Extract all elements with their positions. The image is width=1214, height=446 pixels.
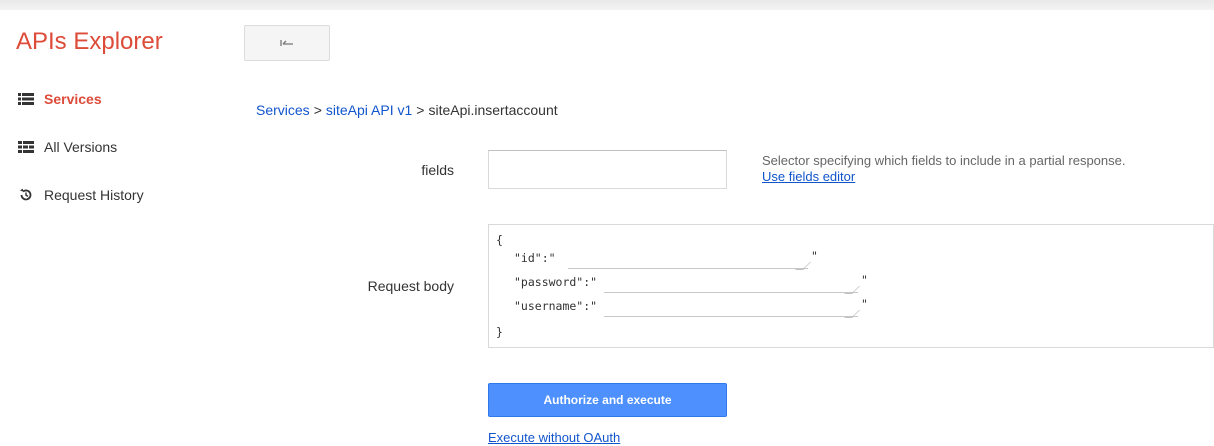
sidebar-item-label: Services xyxy=(44,91,102,107)
fields-help: Selector specifying which fields to incl… xyxy=(762,153,1212,184)
sidebar-item-request-history[interactable]: Request History xyxy=(18,184,218,206)
list-icon xyxy=(18,92,34,106)
id-key: "id":" xyxy=(514,251,556,265)
sidebar-item-services[interactable]: Services xyxy=(18,88,218,110)
id-closing-quote: " xyxy=(811,249,818,263)
password-closing-quote: " xyxy=(861,273,868,287)
open-brace: { xyxy=(496,233,503,247)
request-body-label: Request body xyxy=(367,278,454,294)
breadcrumb-separator: > xyxy=(416,102,425,118)
password-key: "password":" xyxy=(514,275,598,289)
breadcrumb-api-link[interactable]: siteApi API v1 xyxy=(326,102,412,118)
username-key: "username":" xyxy=(514,299,598,313)
app-title: APIs Explorer xyxy=(16,28,163,55)
breadcrumb: Services > siteApi API v1 > siteApi.insertac… xyxy=(256,102,558,118)
fields-input[interactable] xyxy=(488,150,727,189)
top-bar xyxy=(0,0,1214,10)
request-body-editor: { "id":" " "password":" " "username":" "… xyxy=(488,224,1214,348)
breadcrumb-separator: > xyxy=(313,102,322,118)
authorize-and-execute-button[interactable]: Authorize and execute xyxy=(488,383,727,417)
username-closing-quote: " xyxy=(861,297,868,311)
password-value-input[interactable] xyxy=(604,275,858,293)
fields-help-text: Selector specifying which fields to incl… xyxy=(762,153,1126,168)
sidebar-item-label: All Versions xyxy=(44,139,118,155)
breadcrumb-services-link[interactable]: Services xyxy=(256,102,310,118)
back-button[interactable] xyxy=(244,25,330,61)
id-value-input[interactable] xyxy=(568,251,808,269)
history-icon xyxy=(18,188,34,202)
versions-icon xyxy=(18,140,34,154)
sidebar: Services All Versions Request History xyxy=(18,88,218,232)
use-fields-editor-link[interactable]: Use fields editor xyxy=(762,169,1212,184)
fields-label: fields xyxy=(421,162,454,178)
sidebar-item-label: Request History xyxy=(44,187,144,203)
close-brace: } xyxy=(496,325,503,339)
username-value-input[interactable] xyxy=(604,299,858,317)
sidebar-item-all-versions[interactable]: All Versions xyxy=(18,136,218,158)
back-arrow-icon xyxy=(280,40,293,46)
execute-without-oauth-link[interactable]: Execute without OAuth xyxy=(488,430,620,445)
breadcrumb-current-method: siteApi.insertaccount xyxy=(428,102,558,118)
